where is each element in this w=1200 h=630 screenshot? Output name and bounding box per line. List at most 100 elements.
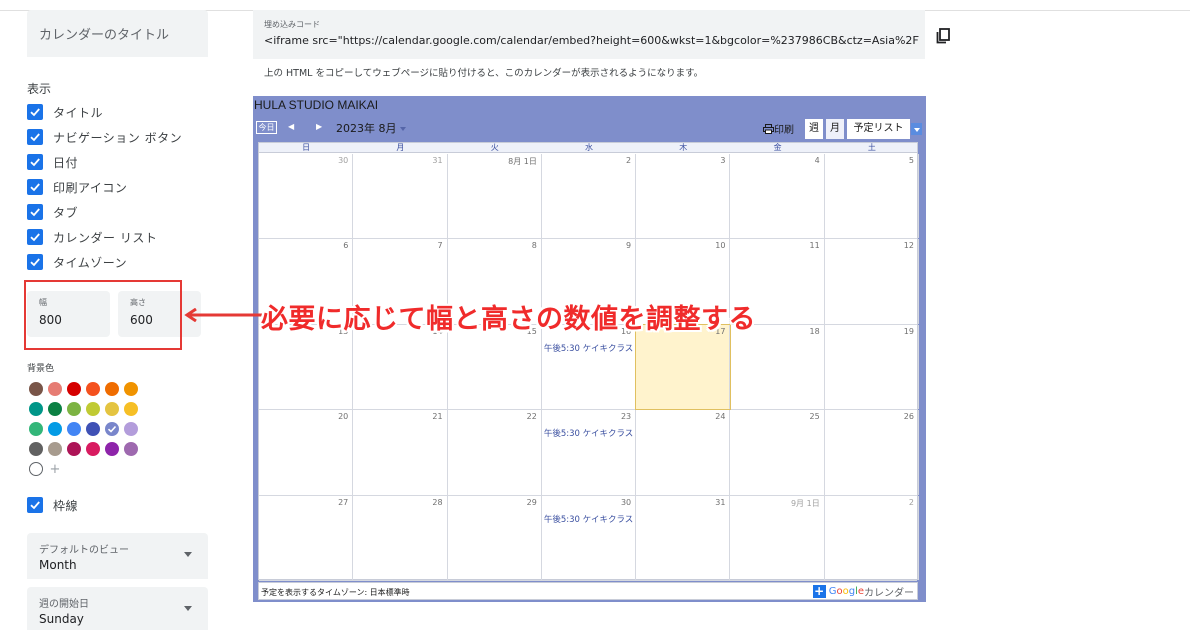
color-swatch[interactable] [86, 442, 100, 456]
calendar-event[interactable]: 午後5:30 ケイキクラス [544, 342, 633, 354]
color-swatch[interactable] [29, 382, 43, 396]
display-option[interactable]: タイトル [27, 102, 103, 122]
day-cell[interactable]: 13 [259, 324, 354, 410]
option-checkbox[interactable] [27, 154, 43, 170]
color-swatch[interactable] [105, 422, 119, 436]
prev-month-icon[interactable]: ◀ [288, 122, 294, 131]
calendar-event[interactable]: 午後5:30 ケイキクラス [544, 513, 633, 525]
tab-month[interactable]: 月 [826, 119, 844, 139]
current-month-label[interactable]: 2023年 8月 [336, 120, 397, 136]
day-cell[interactable]: 27 [259, 495, 354, 580]
annotation-callout: 必要に応じて幅と高さの数値を調整する [261, 304, 756, 335]
display-option[interactable]: タブ [27, 202, 78, 222]
day-cell[interactable]: 3 [636, 154, 731, 239]
plus-icon: + [812, 584, 826, 598]
calendar-event[interactable]: 午後5:30 ケイキクラス [544, 427, 633, 439]
color-swatch[interactable] [67, 382, 81, 396]
option-checkbox[interactable] [27, 229, 43, 245]
color-swatch[interactable] [105, 402, 119, 416]
default-view-select[interactable]: デフォルトのビュー Month [27, 533, 208, 579]
day-cell[interactable]: 5 [825, 154, 919, 239]
google-calendar-badge[interactable]: + Google カレンダー [812, 584, 914, 599]
annotation-arrow-icon [184, 308, 262, 322]
option-label: タイムゾーン [53, 255, 128, 270]
color-swatch[interactable] [67, 402, 81, 416]
day-cell[interactable]: 26 [825, 410, 919, 495]
day-cell[interactable]: 15 [448, 324, 542, 410]
day-cell[interactable]: 2 [825, 495, 919, 580]
color-swatch[interactable] [124, 382, 138, 396]
day-cell[interactable]: 4 [730, 154, 825, 239]
day-cell[interactable]: 9月 1日 [730, 495, 825, 580]
tab-agenda[interactable]: 予定リスト [847, 119, 910, 139]
next-month-icon[interactable]: ▶ [316, 122, 322, 131]
color-swatch[interactable] [124, 442, 138, 456]
color-swatch[interactable] [86, 402, 100, 416]
day-cell[interactable]: 23 午後5:30 ケイキクラス [542, 410, 637, 495]
color-swatch[interactable] [48, 422, 62, 436]
display-option[interactable]: ナビゲーション ボタン [27, 127, 182, 147]
embed-code-field[interactable]: 埋め込みコード <iframe src="https://calendar.go… [253, 10, 925, 59]
color-swatch[interactable] [86, 382, 100, 396]
color-swatch[interactable] [124, 402, 138, 416]
today-day-cell[interactable]: 17 [635, 323, 732, 411]
color-swatch[interactable] [124, 422, 138, 436]
display-option[interactable]: 日付 [27, 152, 78, 172]
display-option[interactable]: 印刷アイコン [27, 177, 127, 197]
border-option[interactable]: 枠線 [27, 495, 78, 515]
color-swatch[interactable] [67, 422, 81, 436]
day-cell[interactable]: 29 [448, 495, 542, 580]
color-swatch[interactable] [48, 402, 62, 416]
calendar-list-dropdown-icon[interactable] [911, 123, 922, 135]
week-start-value: Sunday [39, 612, 84, 626]
weekday-label: 木 [679, 143, 688, 152]
tab-week[interactable]: 週 [805, 119, 823, 139]
day-cell[interactable]: 25 [730, 410, 825, 495]
option-label: タブ [53, 205, 79, 220]
option-checkbox[interactable] [27, 104, 43, 120]
embed-code-text[interactable]: <iframe src="https://calendar.google.com… [264, 34, 919, 47]
print-button[interactable]: 印刷 [763, 121, 794, 136]
border-checkbox[interactable] [27, 497, 43, 513]
color-swatch[interactable] [29, 422, 43, 436]
color-swatch[interactable] [48, 382, 62, 396]
day-number: 30 [338, 156, 349, 165]
add-color-icon[interactable]: + [48, 462, 62, 477]
day-cell[interactable]: 30 [259, 154, 354, 239]
day-cell[interactable]: 8月 1日 [448, 154, 542, 239]
option-checkbox[interactable] [27, 179, 43, 195]
day-cell[interactable]: 20 [259, 410, 354, 495]
day-cell[interactable]: 12 [825, 239, 919, 324]
color-swatch[interactable] [29, 442, 43, 456]
color-swatch[interactable] [48, 442, 62, 456]
day-cell[interactable]: 14 [353, 324, 448, 410]
month-dropdown-icon[interactable] [400, 127, 406, 131]
day-cell[interactable]: 31 [353, 154, 448, 239]
day-cell[interactable]: 21 [353, 410, 448, 495]
color-swatch[interactable] [105, 442, 119, 456]
display-option[interactable]: カレンダー リスト [27, 227, 157, 247]
bg-color-label: 背景色 [27, 364, 55, 374]
day-cell[interactable]: 2 [542, 154, 637, 239]
today-button[interactable]: 今日 [256, 121, 277, 134]
option-checkbox[interactable] [27, 129, 43, 145]
option-checkbox[interactable] [27, 204, 43, 220]
color-swatch[interactable] [29, 402, 43, 416]
color-swatch[interactable] [105, 382, 119, 396]
day-cell[interactable]: 24 [636, 410, 731, 495]
calendar-title-field[interactable]: カレンダーのタイトル [27, 10, 208, 57]
day-cell[interactable]: 18 [730, 324, 825, 410]
no-color-swatch[interactable] [29, 462, 43, 476]
day-cell[interactable]: 16 午後5:30 ケイキクラス [542, 324, 637, 410]
color-swatch[interactable] [86, 422, 100, 436]
display-option[interactable]: タイムゾーン [27, 252, 127, 272]
day-cell[interactable]: 31 [636, 495, 731, 580]
day-cell[interactable]: 22 [448, 410, 542, 495]
color-swatch[interactable] [67, 442, 81, 456]
day-cell[interactable]: 28 [353, 495, 448, 580]
day-cell[interactable]: 30 午後5:30 ケイキクラス [542, 495, 637, 580]
week-start-select[interactable]: 週の開始日 Sunday [27, 587, 208, 630]
option-checkbox[interactable] [27, 254, 43, 270]
day-cell[interactable]: 19 [825, 324, 919, 410]
copy-icon[interactable] [936, 28, 950, 44]
